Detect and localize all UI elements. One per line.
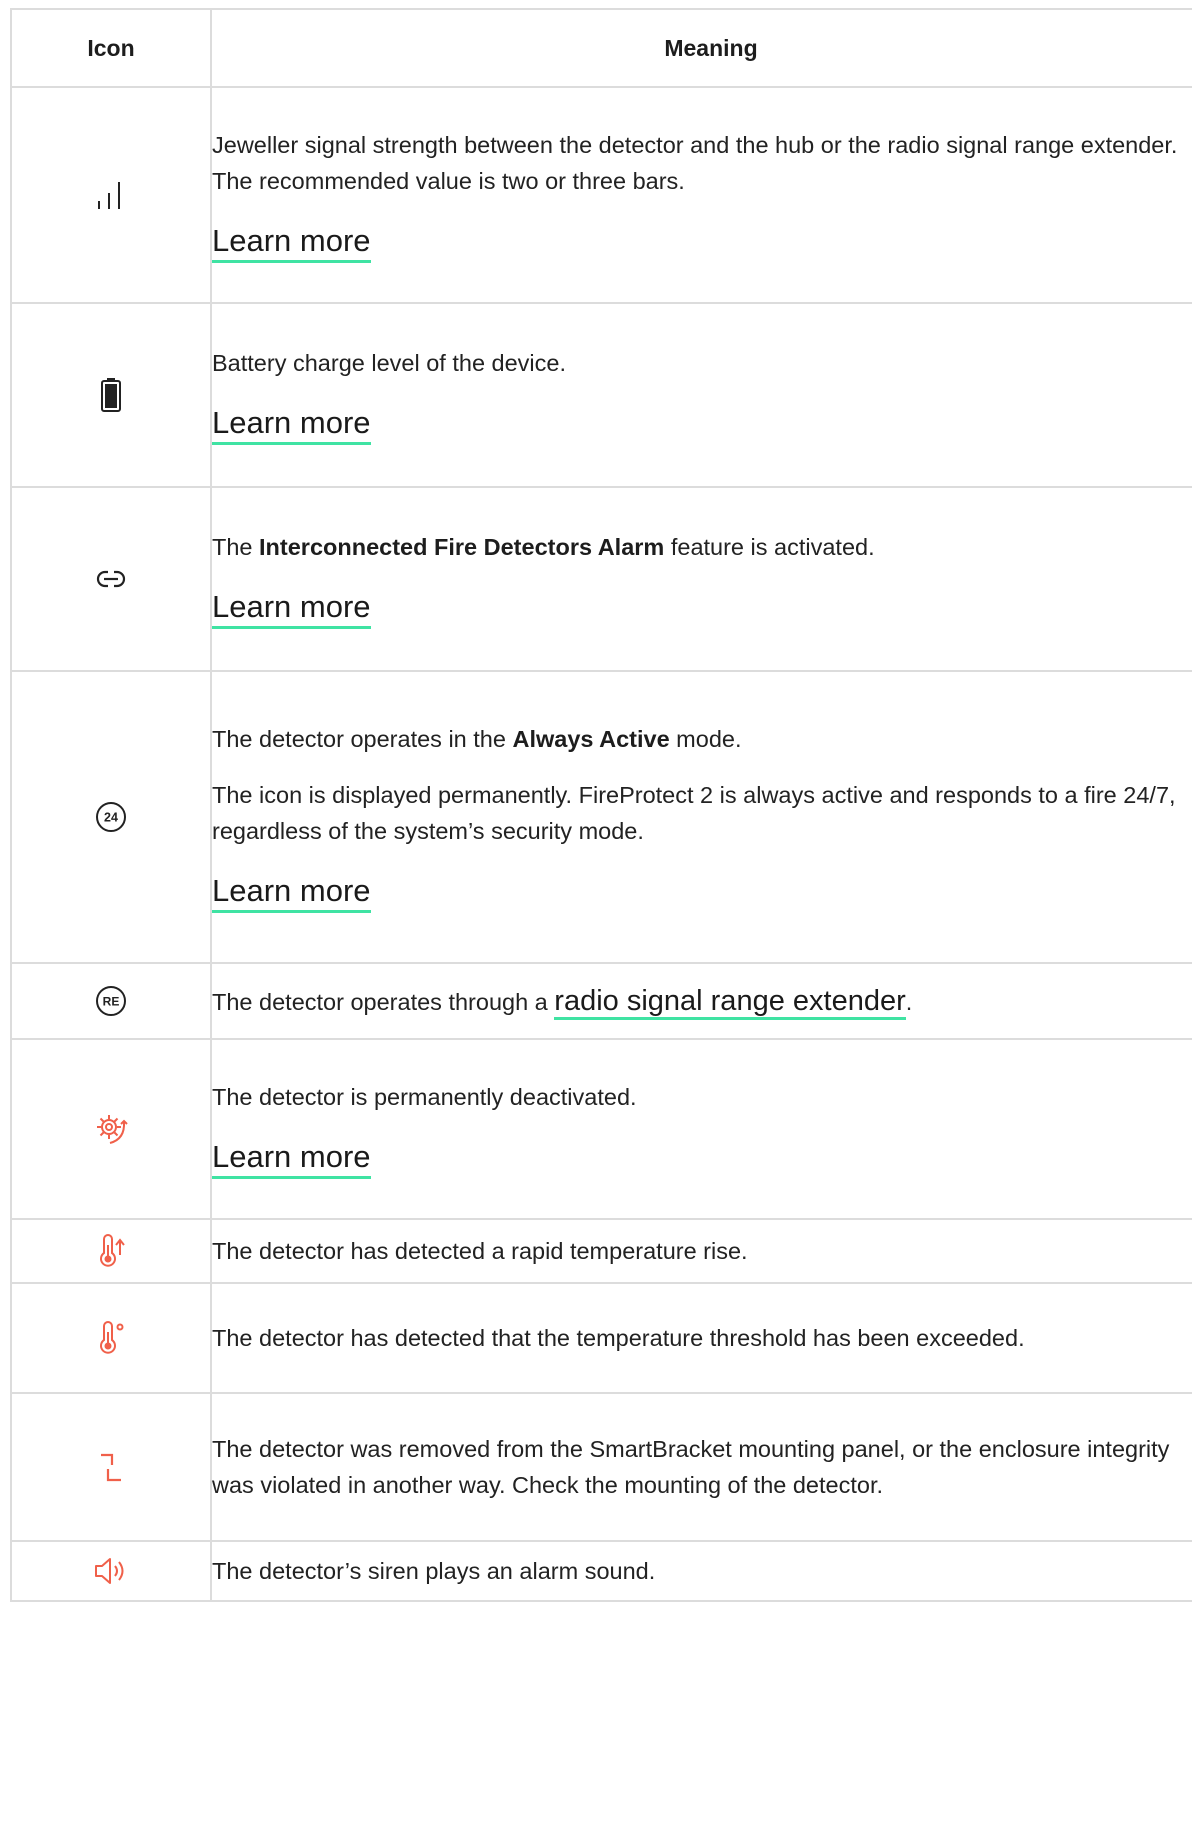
- table-row: The detector is permanently deactivated.…: [10, 1038, 1192, 1220]
- row-description: The detector has detected a rapid temper…: [212, 1238, 748, 1264]
- range-extender-re-icon: RE: [87, 977, 135, 1025]
- icon-cell: [10, 86, 212, 304]
- row-description: The detector has detected that the tempe…: [212, 1325, 1025, 1351]
- temperature-rise-icon: [87, 1227, 135, 1275]
- row-description: The detector operates in the Always Acti…: [212, 726, 742, 752]
- table-row: Battery charge level of the device. Lear…: [10, 302, 1192, 488]
- meaning-cell: Battery charge level of the device. Lear…: [210, 302, 1192, 488]
- always-active-24-icon: 24: [87, 793, 135, 841]
- learn-more-link[interactable]: Learn more: [212, 1139, 371, 1179]
- meaning-cell: Jeweller signal strength between the det…: [210, 86, 1192, 304]
- header-icon: Icon: [10, 8, 212, 88]
- always-active-24-label: 24: [104, 811, 118, 825]
- header-meaning: Meaning: [210, 8, 1192, 88]
- range-extender-label: RE: [103, 995, 120, 1009]
- meaning-cell: The detector is permanently deactivated.…: [210, 1038, 1192, 1220]
- signal-strength-icon: [87, 171, 135, 219]
- table-row: The detector’s siren plays an alarm soun…: [10, 1540, 1192, 1602]
- learn-more-link[interactable]: Learn more: [212, 873, 371, 913]
- row-description: The detector operates through a radio si…: [212, 983, 1192, 1020]
- row-description: The detector was removed from the SmartB…: [212, 1436, 1170, 1498]
- meaning-cell: The detector operates through a radio si…: [210, 962, 1192, 1040]
- table-row: RE The detector operates through a radio…: [10, 962, 1192, 1040]
- table-row: The detector was removed from the SmartB…: [10, 1392, 1192, 1542]
- meaning-cell: The detector operates in the Always Acti…: [210, 670, 1192, 964]
- meaning-cell: The detector has detected a rapid temper…: [210, 1218, 1192, 1284]
- meaning-cell: The detector was removed from the SmartB…: [210, 1392, 1192, 1542]
- table-row: Jeweller signal strength between the det…: [10, 86, 1192, 304]
- meaning-cell: The detector’s siren plays an alarm soun…: [210, 1540, 1192, 1602]
- meaning-cell: The detector has detected that the tempe…: [210, 1282, 1192, 1394]
- row-description-secondary: The icon is displayed permanently. FireP…: [212, 782, 1176, 844]
- range-extender-link[interactable]: radio signal range extender: [554, 984, 906, 1020]
- icon-cell: [10, 1038, 212, 1220]
- row-description: Jeweller signal strength between the det…: [212, 132, 1178, 194]
- battery-icon: [87, 371, 135, 419]
- deactivated-gear-icon: [87, 1105, 135, 1153]
- meaning-cell: The Interconnected Fire Detectors Alarm …: [210, 486, 1192, 672]
- row-description: The detector’s siren plays an alarm soun…: [212, 1558, 656, 1584]
- row-description: The detector is permanently deactivated.: [212, 1084, 637, 1110]
- icon-meaning-table: Icon Meaning Jeweller signal strength be…: [10, 8, 1192, 1602]
- icon-cell: [10, 1218, 212, 1284]
- icon-cell: [10, 486, 212, 672]
- siren-speaker-icon: [87, 1547, 135, 1595]
- table-row: The Interconnected Fire Detectors Alarm …: [10, 486, 1192, 672]
- icon-cell: 24: [10, 670, 212, 964]
- icon-cell: [10, 1282, 212, 1394]
- table-row: 24 The detector operates in the Always A…: [10, 670, 1192, 964]
- icon-cell: [10, 1540, 212, 1602]
- temperature-threshold-icon: [87, 1314, 135, 1362]
- table-row: The detector has detected a rapid temper…: [10, 1218, 1192, 1284]
- row-description: Battery charge level of the device.: [212, 350, 567, 376]
- learn-more-link[interactable]: Learn more: [212, 223, 371, 263]
- icon-cell: [10, 1392, 212, 1542]
- link-icon: [87, 555, 135, 603]
- icon-cell: [10, 302, 212, 488]
- table-row: The detector has detected that the tempe…: [10, 1282, 1192, 1394]
- table-header-row: Icon Meaning: [10, 8, 1192, 88]
- row-description: The Interconnected Fire Detectors Alarm …: [212, 534, 875, 560]
- learn-more-link[interactable]: Learn more: [212, 405, 371, 445]
- icon-cell: RE: [10, 962, 212, 1040]
- learn-more-link[interactable]: Learn more: [212, 589, 371, 629]
- tamper-icon: [87, 1443, 135, 1491]
